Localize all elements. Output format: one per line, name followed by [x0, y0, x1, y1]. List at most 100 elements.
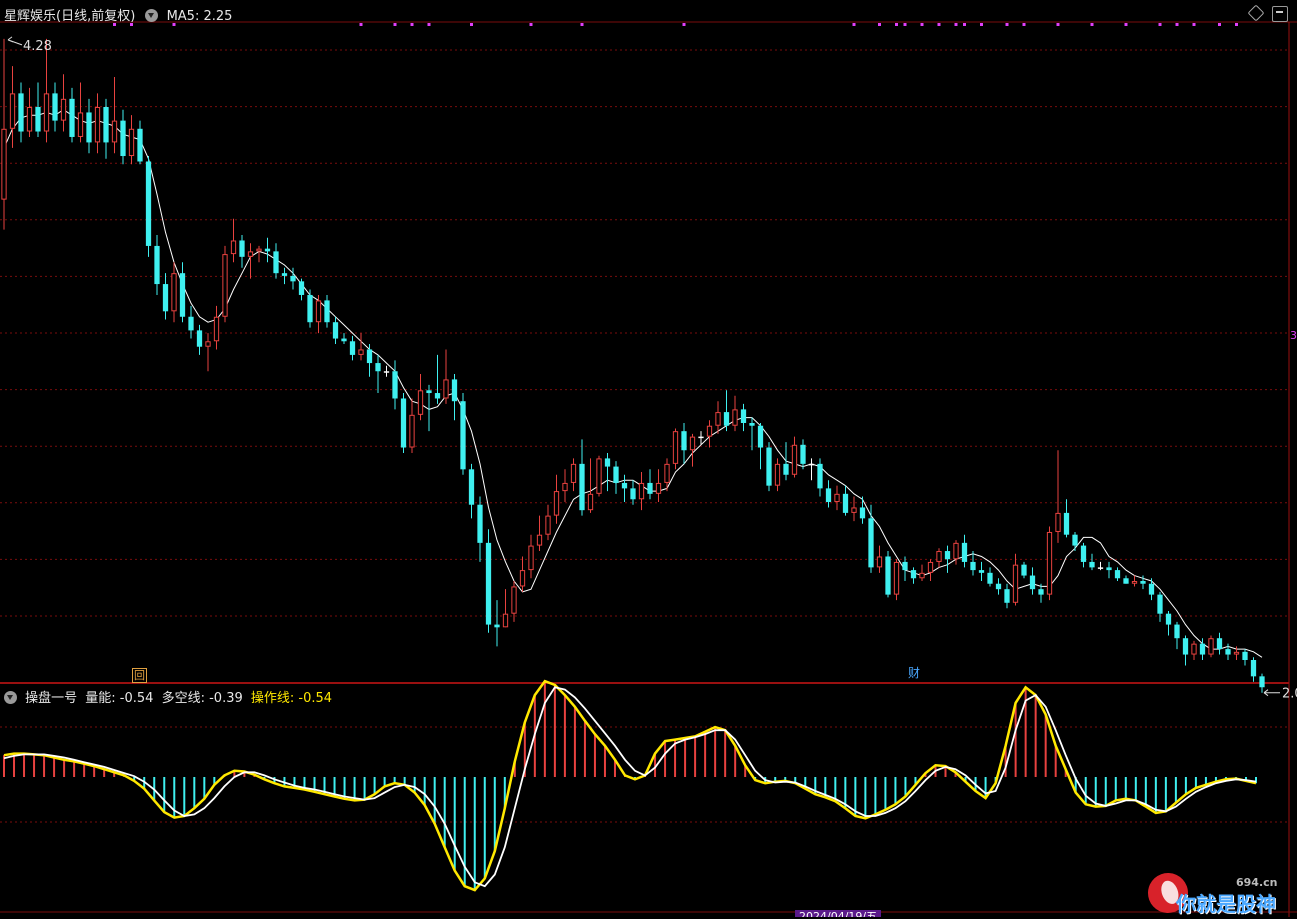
candle-body-down — [451, 379, 458, 402]
candle-body-down — [1123, 578, 1129, 584]
candle-body-down — [800, 444, 806, 464]
candle-body-down — [1080, 545, 1087, 562]
candle-body-up — [876, 556, 883, 568]
candle-body-down — [69, 98, 75, 137]
candle-body-down — [86, 112, 92, 143]
indicator-bars — [3, 681, 1257, 891]
candle-body-down — [1250, 660, 1257, 677]
candle-body-up — [919, 572, 925, 579]
candle-body-down — [137, 128, 143, 162]
indicator-dropdown-icon[interactable] — [4, 691, 17, 704]
candle-body-down — [1225, 649, 1231, 655]
low-marker-arrow — [1263, 689, 1280, 697]
signal-dot — [1158, 23, 1162, 26]
candle-body-up — [1046, 531, 1053, 595]
candle-body-down — [978, 570, 985, 573]
candle-body-down — [162, 284, 169, 312]
candle-body-down — [1182, 638, 1189, 655]
candle-body-down — [120, 120, 126, 157]
candle-body-down — [995, 583, 1002, 590]
high-price-label: 4.28 — [23, 39, 52, 54]
candle-body-down — [273, 251, 279, 274]
candle-body-down — [477, 504, 483, 543]
candle-body-up — [562, 482, 568, 492]
window-restore-icon[interactable] — [1272, 6, 1288, 22]
operation-line-readout: 操作线: -0.54 — [250, 691, 333, 706]
candle-body-up — [689, 436, 696, 451]
candle-body-down — [766, 447, 772, 486]
candle-body-up — [1012, 564, 1019, 603]
candle-body-up — [545, 515, 551, 535]
candle-body-down — [1216, 638, 1223, 650]
candle-body-up — [128, 128, 135, 157]
signal-dot-row — [113, 23, 1238, 26]
candle-body-up — [60, 98, 67, 121]
signal-dot — [682, 23, 686, 26]
candle-body-down — [825, 488, 832, 502]
candle-body-down — [290, 275, 296, 282]
cursor-date-label: 2024/04/19/五 — [795, 910, 882, 917]
signal-dot — [903, 23, 907, 26]
candle-body-up — [94, 107, 101, 143]
candle-body-up — [851, 507, 857, 513]
candle-body-down — [188, 316, 194, 331]
signal-dot — [954, 23, 958, 26]
signal-dot — [963, 23, 966, 26]
candle-body-down — [366, 349, 373, 364]
candle-body-up — [834, 493, 840, 502]
signal-dot — [393, 23, 397, 26]
candle-body-up — [927, 561, 934, 573]
right-edge-price-label: 3 — [1290, 329, 1297, 342]
candle-body-down — [1038, 589, 1044, 595]
candle-body-down — [1199, 643, 1206, 655]
candle-body-down — [604, 458, 611, 467]
dropdown-toggle-icon[interactable] — [145, 9, 159, 22]
candle-body-down — [681, 431, 687, 451]
candle-body-up — [9, 93, 16, 129]
candle-body-down — [859, 507, 866, 519]
candle-body-down — [103, 107, 109, 143]
candle-body-down — [341, 338, 347, 342]
candle-body-up — [953, 542, 959, 560]
candle-body-down — [842, 493, 849, 513]
candle-body-up — [43, 93, 50, 132]
candle-body-down — [630, 488, 636, 500]
candle-body-down — [1140, 581, 1146, 584]
candle-body-up — [774, 463, 781, 486]
candle-body-up — [315, 300, 322, 323]
indicator-lines — [3, 679, 1257, 892]
finance-report-badge[interactable]: 财 — [905, 667, 923, 680]
candle-body-down — [383, 371, 390, 373]
bull-bear-line-readout: 多空线: -0.39 — [161, 691, 243, 706]
candle-body-up — [1233, 651, 1240, 655]
candle-body-up — [1208, 638, 1214, 655]
event-badge-left[interactable]: 回 — [132, 668, 147, 683]
candle-body-up — [230, 240, 237, 255]
candle-body-up — [205, 341, 211, 347]
candle-body-down — [808, 463, 815, 466]
candle-body-down — [349, 341, 356, 355]
candle-body-up — [553, 491, 560, 516]
candle-body-up — [1055, 512, 1061, 532]
candle-body-up — [213, 316, 220, 342]
candle-body-down — [698, 436, 704, 439]
candle-body-down — [817, 463, 823, 489]
candle-body-up — [536, 534, 543, 546]
signal-dot — [1235, 23, 1238, 26]
signal-dot — [895, 23, 898, 26]
candle-body-down — [740, 409, 747, 423]
candle-body-down — [485, 542, 492, 625]
candle-body-up — [1191, 643, 1197, 655]
ma5-line — [3, 109, 1263, 658]
bull-bear-line — [3, 686, 1257, 888]
signal-dot — [410, 23, 414, 26]
signal-dot — [1056, 23, 1060, 26]
candle-body-down — [307, 294, 313, 323]
candle-body-down — [1029, 575, 1036, 590]
candle-body-up — [358, 349, 364, 355]
signal-dot — [852, 23, 856, 26]
candle-body-up — [1, 128, 7, 200]
candle-body-down — [1089, 561, 1095, 568]
candle-body-up — [706, 425, 713, 437]
candle-body-up — [111, 120, 118, 143]
